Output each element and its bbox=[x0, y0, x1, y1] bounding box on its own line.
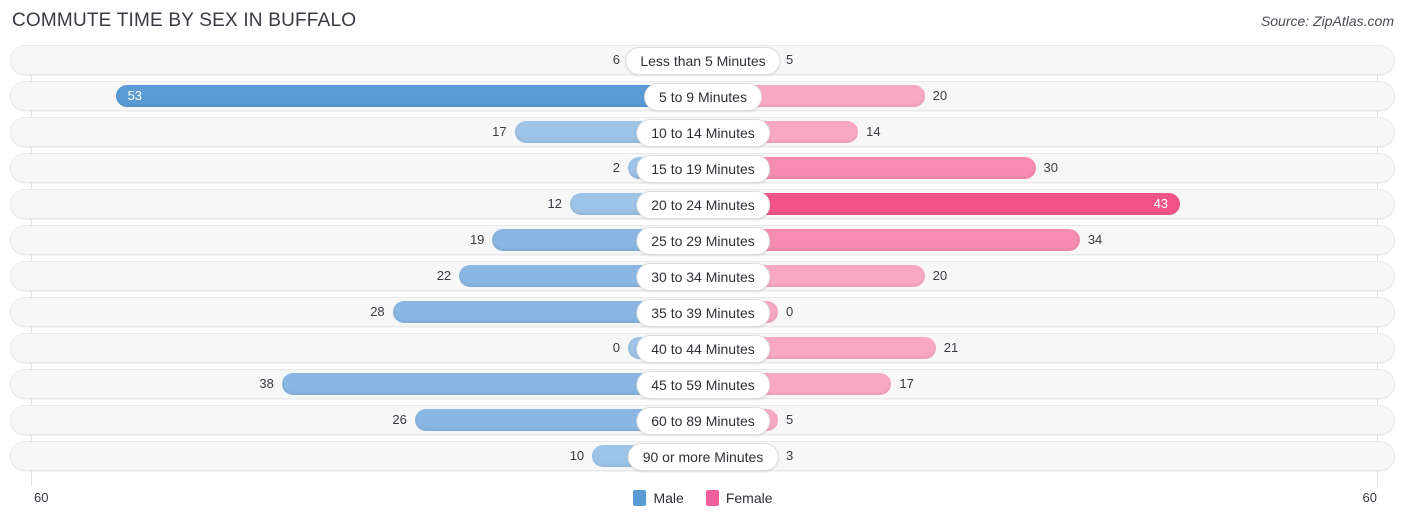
page-title: COMMUTE TIME BY SEX IN BUFFALO bbox=[12, 10, 357, 31]
chart-rows: 6 5 Less than 5 Minutes 53 20 5 to 9 Minutes 1… bbox=[0, 45, 1406, 477]
value-label-female: 30 bbox=[1043, 160, 1058, 175]
category-label: 90 or more Minutes bbox=[627, 443, 779, 471]
category-label: 25 to 29 Minutes bbox=[636, 227, 770, 255]
bar-female[interactable] bbox=[703, 193, 1180, 215]
category-label: Less than 5 Minutes bbox=[625, 47, 781, 75]
legend-item[interactable]: Male bbox=[633, 490, 684, 506]
value-label-female: 34 bbox=[1087, 232, 1103, 247]
chart-row: 26 5 60 to 89 Minutes bbox=[0, 405, 1406, 435]
value-label-male: 19 bbox=[469, 232, 485, 247]
value-label-female: 14 bbox=[866, 124, 881, 139]
category-label: 20 to 24 Minutes bbox=[636, 191, 770, 219]
source-attribution: Source: ZipAtlas.com bbox=[1260, 13, 1394, 29]
value-label-male: 12 bbox=[547, 196, 562, 211]
chart-header: COMMUTE TIME BY SEX IN BUFFALO Source: Z… bbox=[0, 0, 1406, 45]
legend-label: Male bbox=[653, 490, 684, 506]
chart-row: 17 14 10 to 14 Minutes bbox=[0, 117, 1406, 147]
value-label-female: 3 bbox=[786, 448, 794, 463]
value-label-male: 6 bbox=[612, 52, 620, 67]
category-label: 30 to 34 Minutes bbox=[636, 263, 770, 291]
chart-row: 10 3 90 or more Minutes bbox=[0, 441, 1406, 471]
chart-row: 2 30 15 to 19 Minutes bbox=[0, 153, 1406, 183]
category-label: 5 to 9 Minutes bbox=[644, 83, 762, 111]
value-label-male: 53 bbox=[127, 88, 143, 103]
value-label-male: 10 bbox=[569, 448, 585, 463]
value-label-male: 17 bbox=[492, 124, 507, 139]
chart-row: 12 43 20 to 24 Minutes bbox=[0, 189, 1406, 219]
value-label-female: 5 bbox=[786, 412, 794, 427]
value-label-male: 38 bbox=[259, 376, 274, 391]
category-label: 40 to 44 Minutes bbox=[636, 335, 770, 363]
value-label-male: 28 bbox=[370, 304, 385, 319]
category-label: 45 to 59 Minutes bbox=[636, 371, 770, 399]
legend-swatch-icon bbox=[633, 490, 647, 506]
value-label-female: 5 bbox=[786, 52, 794, 67]
value-label-female: 20 bbox=[932, 268, 948, 283]
value-label-female: 0 bbox=[786, 304, 794, 319]
category-label: 35 to 39 Minutes bbox=[636, 299, 770, 327]
chart-row: 22 20 30 to 34 Minutes bbox=[0, 261, 1406, 291]
value-label-female: 17 bbox=[899, 376, 914, 391]
chart-row: 53 20 5 to 9 Minutes bbox=[0, 81, 1406, 111]
chart-row: 28 0 35 to 39 Minutes bbox=[0, 297, 1406, 327]
chart-row: 6 5 Less than 5 Minutes bbox=[0, 45, 1406, 75]
chart-footer: 60 60 Male Female bbox=[0, 486, 1406, 523]
category-label: 10 to 14 Minutes bbox=[636, 119, 770, 147]
value-label-male: 26 bbox=[392, 412, 407, 427]
category-label: 15 to 19 Minutes bbox=[636, 155, 770, 183]
chart-plot-area: 6 5 Less than 5 Minutes 53 20 5 to 9 Minutes 1… bbox=[0, 45, 1406, 486]
value-label-female: 43 bbox=[1153, 196, 1169, 211]
value-label-female: 21 bbox=[943, 340, 959, 355]
legend-label: Female bbox=[725, 490, 773, 506]
value-label-male: 0 bbox=[612, 340, 620, 355]
chart-legend: Male Female bbox=[0, 490, 1406, 506]
legend-swatch-icon bbox=[705, 490, 719, 506]
chart-row: 38 17 45 to 59 Minutes bbox=[0, 369, 1406, 399]
bar-male[interactable] bbox=[115, 85, 703, 107]
value-label-female: 20 bbox=[932, 88, 948, 103]
chart-row: 0 21 40 to 44 Minutes bbox=[0, 333, 1406, 363]
value-label-male: 2 bbox=[612, 160, 620, 175]
value-label-male: 22 bbox=[436, 268, 452, 283]
chart-row: 19 34 25 to 29 Minutes bbox=[0, 225, 1406, 255]
legend-item[interactable]: Female bbox=[705, 490, 773, 506]
category-label: 60 to 89 Minutes bbox=[636, 407, 770, 435]
